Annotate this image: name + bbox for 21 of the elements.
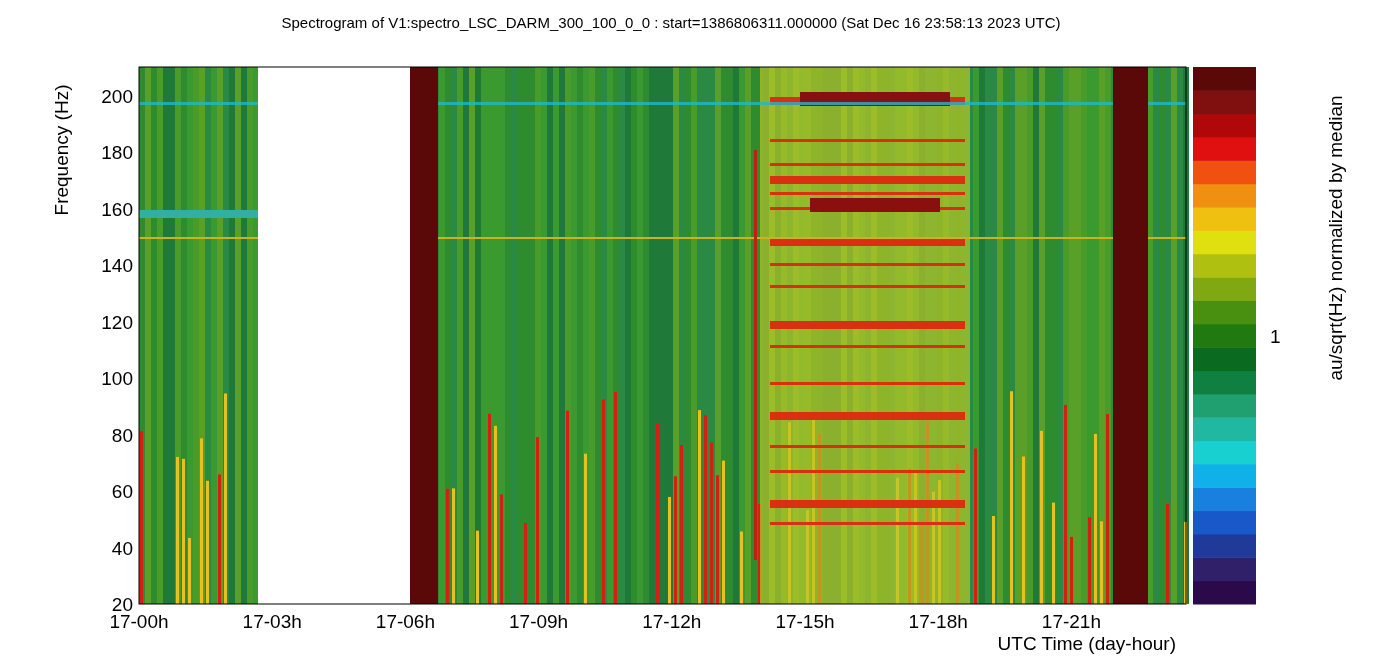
x-tick-label: 17-21h (1041, 611, 1101, 632)
y-tick-label: 60 (111, 481, 133, 503)
x-tick-label: 17-06h (375, 611, 435, 632)
y-tick-label: 40 (111, 537, 133, 559)
x-axis-label: UTC Time (day-hour) (997, 633, 1176, 654)
x-tick-label: 17-18h (908, 611, 968, 632)
y-tick-label: 180 (101, 142, 133, 164)
y-tick-label: 140 (101, 255, 133, 277)
colorbar-tick-label: 1 (1270, 326, 1281, 347)
x-tick-label: 17-03h (242, 611, 302, 632)
chart-title: Spectrogram of V1:spectro_LSC_DARM_300_100_0_0 : start=1386806311.000000 (Sat Dec 16 23:58:13 2023 UTC) (281, 14, 1061, 31)
colorbar-label: au/sqrt(Hz) normalized by median (1325, 95, 1346, 381)
x-tick-label: 17-09h (509, 611, 569, 632)
y-axis-label: Frequency (Hz) (51, 84, 72, 216)
x-tick-label: 17-15h (775, 611, 835, 632)
y-tick-label: 200 (101, 86, 133, 108)
x-tick-label: 17-12h (642, 611, 702, 632)
y-tick-label: 120 (101, 311, 133, 333)
y-tick-label: 160 (101, 198, 133, 220)
y-tick-label: 80 (111, 424, 133, 446)
y-tick-label: 100 (101, 368, 133, 390)
